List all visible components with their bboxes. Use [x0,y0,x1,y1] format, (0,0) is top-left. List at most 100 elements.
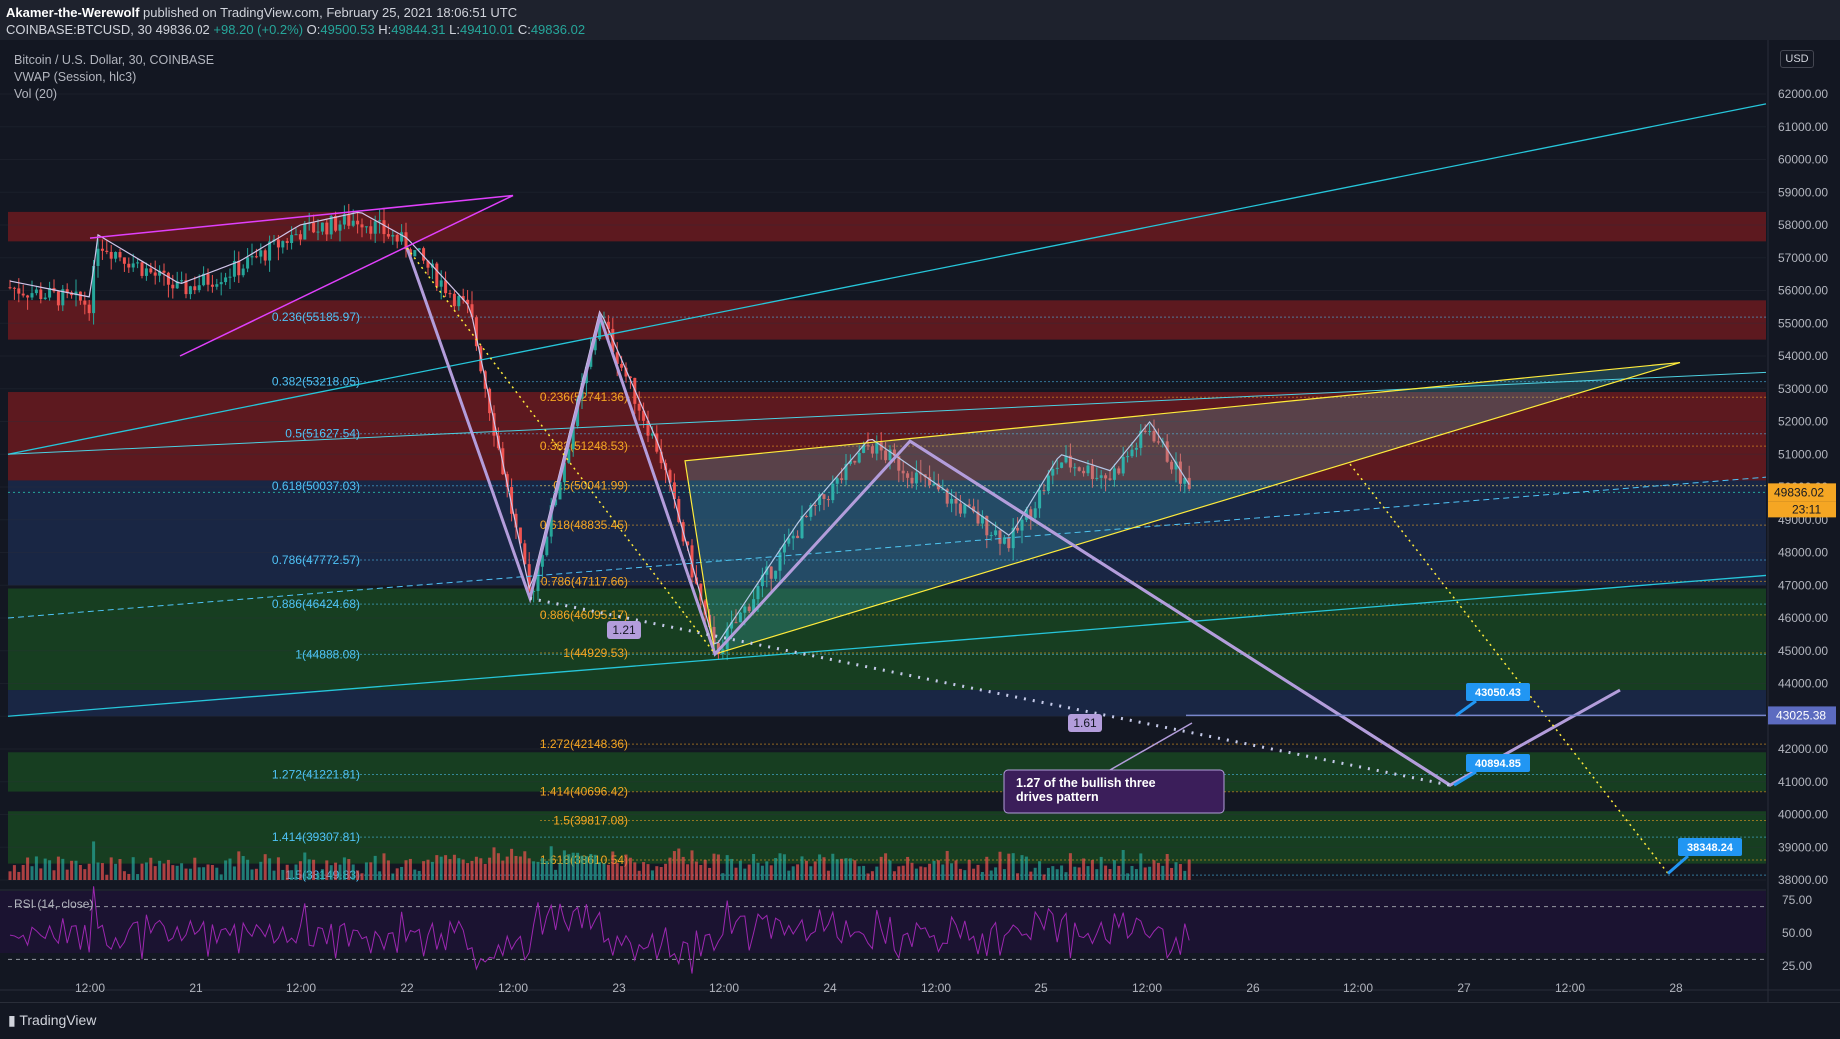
volume-bar [1055,869,1059,880]
volume-bar [866,873,870,880]
volume-bar [118,859,122,880]
volume-bar [998,851,1002,880]
line-price-text: 43025.38 [1776,708,1826,722]
low-value: 49410.01 [459,22,515,37]
candle-body [294,234,298,236]
volume-bar [184,868,188,880]
candle-body [351,220,355,226]
volume-bar [752,853,756,880]
volume-bar [413,869,417,880]
volume-bar [241,856,245,880]
volume-bar [1077,867,1081,880]
legend-vwap: VWAP (Session, hlc3) [14,70,137,84]
time-tick: 12:00 [75,981,105,995]
volume-bar [87,863,91,880]
volume-bar [356,870,360,880]
candle-body [56,291,60,306]
volume-bar [774,858,778,880]
candle-body [334,216,338,231]
volume-bar [228,858,232,880]
candle-body [360,224,364,228]
fib-right-label: 0.618(48835.45) [540,518,628,532]
volume-bar [549,846,553,880]
volume-bar [989,870,993,880]
candle-body [303,223,307,240]
volume-bar [303,852,307,880]
volume-bar [122,871,126,880]
volume-bar [1064,872,1068,880]
volume-bar [430,861,434,880]
candle-body [21,293,25,296]
price-chart[interactable]: 0.236(55185.97)0.382(53218.05)0.5(51627.… [0,40,1840,1002]
candle-body [290,234,294,243]
volume-bar [936,860,940,880]
volume-bar [136,874,140,880]
candle-body [263,250,267,261]
volume-bar [1152,860,1156,880]
volume-bar [870,871,874,880]
target-callout-2: 40894.85 [1475,758,1521,770]
volume-bar [83,869,87,880]
legend-title: Bitcoin / U.S. Dollar, 30, COINBASE [14,53,215,67]
volume-bar [545,860,549,880]
volume-bar [703,859,707,880]
volume-bar [105,874,109,880]
volume-bar [1046,867,1050,880]
candle-body [347,214,351,226]
volume-bar [848,858,852,880]
candle-body [153,272,157,276]
candle-body [439,280,443,287]
price-change: +98.20 (+0.2%) [213,22,304,37]
volume-bar [831,853,835,880]
volume-bar [672,851,676,880]
volume-bar [633,862,637,880]
volume-bar [1007,853,1011,880]
candle-body [320,222,324,232]
volume-bar [215,867,219,880]
candle-body [12,287,16,289]
volume-bar [589,853,593,880]
candle-body [78,291,82,301]
volume-bar [910,862,914,880]
volume-bar [655,866,659,880]
close-label: C: [517,22,531,37]
volume-bar [100,863,104,880]
fib-left-label: 1.272(41221.81) [272,767,360,781]
volume-bar [202,867,206,880]
candle-body [228,276,232,278]
volume-bar [571,852,575,880]
publisher-line: Akamer-the-Werewolf published on Trading… [6,5,517,20]
author-name[interactable]: Akamer-the-Werewolf [6,5,139,20]
volume-bar [650,870,654,880]
volume-bar [417,870,421,880]
volume-bar [496,853,500,880]
volume-bar [175,865,179,880]
currency-badge[interactable]: USD [1780,50,1814,68]
volume-bar [237,851,241,880]
volume-bar [518,856,522,880]
volume-bar [725,855,729,880]
volume-bar [400,866,404,880]
fib-right-label: 0.382(51248.53) [540,439,628,453]
volume-bar [901,865,905,880]
volume-bar [967,860,971,880]
volume-bar [668,857,672,880]
volume-bar [923,867,927,880]
zone-red-0 [8,211,1766,242]
candle-body [34,289,38,294]
candle-body [171,284,175,289]
volume-bar [791,866,795,880]
volume-bar [259,861,263,880]
time-tick: 12:00 [1132,981,1162,995]
volume-bar [470,860,474,880]
volume-bar [56,856,60,880]
time-tick: 12:00 [286,981,316,995]
volume-bar [30,866,34,880]
candle-body [452,293,456,307]
volume-bar [826,870,830,880]
volume-bar [734,867,738,880]
volume-bar [1073,866,1077,880]
tradingview-logo[interactable]: ▮ TradingView [8,1012,96,1029]
time-tick: 25 [1034,981,1048,995]
volume-bar [615,862,619,880]
